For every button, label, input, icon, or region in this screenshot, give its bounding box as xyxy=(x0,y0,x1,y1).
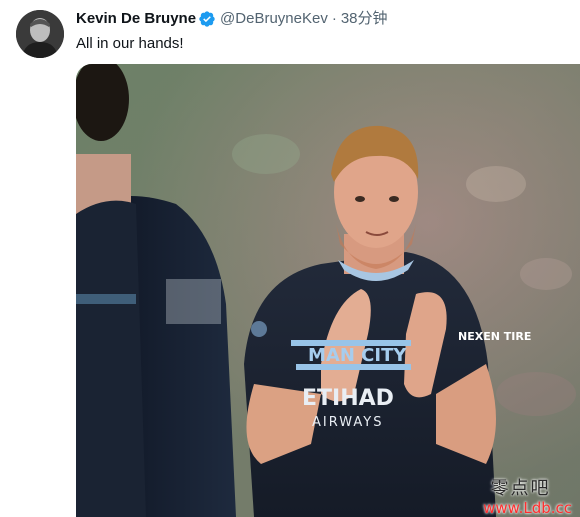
verified-badge-icon xyxy=(198,10,216,28)
timestamp[interactable]: 38分钟 xyxy=(341,9,388,29)
tweet-photo[interactable]: MAN CITY ETIHAD AIRWAYS NEXEN TIRE xyxy=(76,64,580,517)
jersey-sponsor-text: ETIHAD xyxy=(302,386,394,411)
jersey-sleeve-text: NEXEN TIRE xyxy=(458,330,531,343)
display-name[interactable]: Kevin De Bruyne xyxy=(76,9,196,29)
avatar[interactable] xyxy=(16,10,64,58)
tweet-header: Kevin De Bruyne @DeBruyneKev · 38分钟 xyxy=(76,9,388,29)
watermark: 零点吧 www.Ldb.cc xyxy=(483,480,572,517)
photo-image: MAN CITY ETIHAD AIRWAYS NEXEN TIRE xyxy=(76,64,580,517)
tweet-article[interactable]: Kevin De Bruyne @DeBruyneKev · 38分钟 All … xyxy=(0,0,580,517)
jersey-club-text: MAN CITY xyxy=(308,345,407,366)
watermark-url-text: www.Ldb.cc xyxy=(483,499,572,517)
separator-dot: · xyxy=(331,10,337,27)
avatar-image xyxy=(16,10,64,58)
user-handle[interactable]: @DeBruyneKev xyxy=(220,9,328,29)
tweet-text: All in our hands! xyxy=(76,35,184,52)
watermark-top-text: 零点吧 xyxy=(490,478,551,499)
jersey-sponsor-sub-text: AIRWAYS xyxy=(312,415,383,430)
